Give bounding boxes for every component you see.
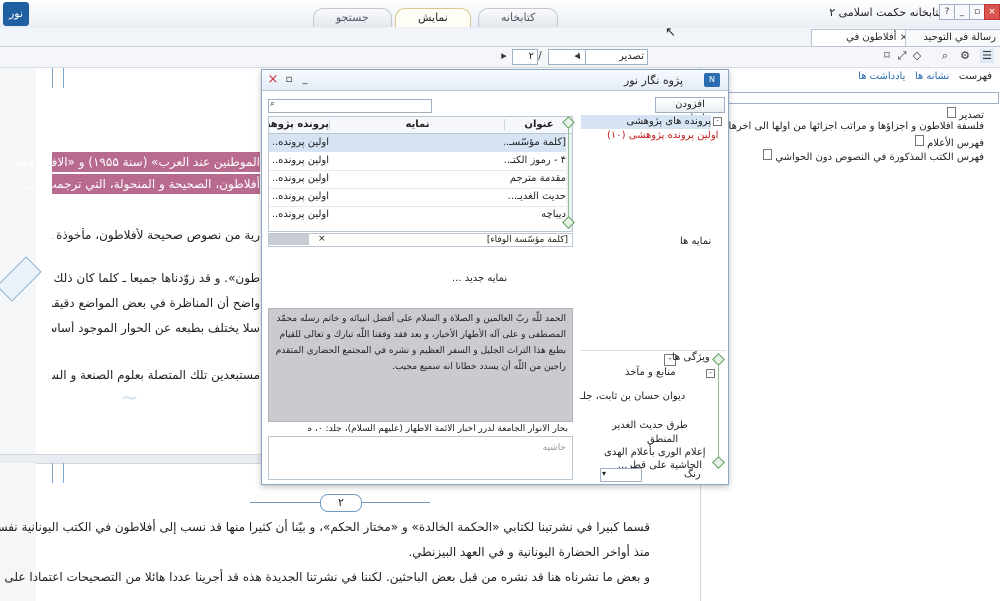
title-bar: نور کتابخانه نمایش جستجو کتابخانه حکمت ا… <box>0 0 1000 29</box>
toc-item[interactable]: فلسفة أفلاطون و أجزاؤها و مراتب أجزائها … <box>701 121 984 132</box>
minimize-icon[interactable]: _ <box>954 4 970 20</box>
toc-item[interactable]: فهرس الكتب المذكورة في النصوص دون الحواش… <box>763 149 984 163</box>
panel-tab-bookmarks[interactable]: نشانه ها <box>915 71 949 82</box>
source-item[interactable]: إعلام الورى بأعلام الهدى <box>604 447 706 458</box>
table-row[interactable]: اولين پرونده... ديباچه <box>269 206 566 224</box>
cursor-icon: ↖ <box>665 25 676 40</box>
highlighted-line[interactable]: أفلاطون، الصحيحة و المنحولة، التي ترجمت … <box>25 174 260 194</box>
col-file[interactable]: پرونده پژوهشی <box>269 119 329 130</box>
prev-page-icon[interactable]: ◂ <box>570 49 584 63</box>
color-label: رنگ <box>684 469 701 480</box>
dialog-minimize-icon[interactable]: _ <box>298 73 312 87</box>
tab-library[interactable]: کتابخانه <box>478 8 559 27</box>
add-note-button[interactable]: افزودن يادداشت <box>655 97 725 124</box>
help-icon[interactable]: ? <box>939 4 955 20</box>
panel-tab-notes[interactable]: يادداشت ها <box>858 71 905 82</box>
quote-text: الحمد للّه ربّ العالمين و الصلاة و السلا… <box>275 314 566 372</box>
color-select[interactable] <box>600 468 642 482</box>
text-line: طون». و قد زوّدناها جميعا ـ كلما كان ذلك… <box>52 271 260 285</box>
text-line: رية من نصوص صحيحة لأفلاطون، مأخوذة ـ إما <box>52 228 260 242</box>
menu-icon[interactable]: ☰ <box>980 49 994 63</box>
footnote-placeholder: حاشيه <box>542 443 566 453</box>
grid-scrollbar[interactable] <box>566 134 572 230</box>
doc-tab-tawhid[interactable]: رسالة في التوحيد <box>905 29 1000 47</box>
dialog-title-bar: × ▫ _ پژوه نگار نور N <box>262 70 728 91</box>
fullscreen-icon[interactable]: ⤢ <box>895 49 909 63</box>
index-label: نمايه ها <box>680 236 712 247</box>
collapse-icon[interactable]: - <box>706 369 715 378</box>
app-title: کتابخانه حکمت اسلامی ۲ <box>829 6 944 19</box>
view-mode-select[interactable]: تصدير <box>585 49 648 65</box>
grid-header: پرونده پژوهشی نمايه عنوان <box>269 117 572 134</box>
chevron-down-icon: ▾ <box>602 469 607 478</box>
selected-item-field[interactable]: [كلمة مؤسّسة الوفاء] <box>268 233 573 247</box>
tree-child[interactable]: اولين پرونده پژوهشی (۱۰) <box>607 130 718 141</box>
maximize-icon[interactable]: ▫ <box>969 4 985 20</box>
document-icon <box>763 149 773 160</box>
col-index[interactable]: نمايه <box>329 119 505 130</box>
search-icon[interactable]: ⌕ <box>938 49 952 63</box>
quote-box: الحمد للّه ربّ العالمين و الصلاة و السلا… <box>268 308 573 422</box>
text-line: و بعض ما نشرناه هنا قد نشره من قبل بعض ا… <box>4 570 650 584</box>
splitter-line <box>568 128 569 218</box>
text-line: قسما كبيرا في نشرتينا لكتابي «الحكمة الخ… <box>0 520 650 534</box>
footnote-textarea[interactable]: حاشيه <box>268 436 573 480</box>
splitter-handle[interactable] <box>712 456 725 469</box>
slash-icon: / <box>538 49 542 62</box>
text-line: مستبعدين تلك المتصلة بعلوم الصنعة و السح… <box>52 368 260 382</box>
research-dialog: × ▫ _ پژوه نگار نور N ⌕ افزودن يادداشت پ… <box>261 69 729 485</box>
watermark-icon: ~ <box>120 386 139 411</box>
dialog-title: پژوه نگار نور <box>624 74 684 87</box>
collapse-icon[interactable]: - <box>713 117 722 126</box>
sources-header: منابع و مآخذ <box>625 367 676 378</box>
tree-root[interactable]: پرونده های پژوهشی <box>581 115 711 129</box>
page-number: ٢ <box>320 494 362 512</box>
app-logo: نور <box>3 2 29 26</box>
attributes-header: ويژگی ها <box>672 352 710 363</box>
tab-search[interactable]: جستجو <box>313 8 392 27</box>
table-row[interactable]: اولين پرونده... مقدمة مترجم <box>269 170 566 189</box>
color-swatch[interactable] <box>269 234 309 245</box>
document-icon <box>946 107 956 118</box>
contents-search-input[interactable] <box>725 92 999 104</box>
source-item[interactable]: المنطق <box>647 434 678 445</box>
toc-item[interactable]: تصدير <box>946 107 984 121</box>
table-row[interactable]: اولين پرونده... ۴ - رموز الكتـ... <box>269 152 566 171</box>
source-item[interactable]: طرق حديث الغدير <box>612 420 688 431</box>
page-bookmark-icon <box>52 68 64 88</box>
contents-panel: فهرست نشانه ها يادداشت ها تصدير فلسفة أف… <box>701 68 1000 601</box>
tab-view[interactable]: نمایش <box>395 8 471 27</box>
splitter-line <box>718 366 719 458</box>
text-line: سلا يختلف بطبعه عن الحوار الموجود أساسا … <box>52 321 260 335</box>
table-row[interactable]: اولين پرونده... حديث الغديـ... <box>269 188 566 207</box>
dialog-maximize-icon[interactable]: ▫ <box>282 73 296 87</box>
divider <box>580 350 726 351</box>
gear-icon[interactable]: ⚙ <box>958 49 972 63</box>
doc-tab-aflatun[interactable]: × أفلاطون في الإسلام <box>811 29 915 59</box>
search-icon: ⌕ <box>270 99 276 109</box>
table-row[interactable]: اولين پرونده... [كلمة مؤسّسـ... <box>269 134 566 152</box>
document-tabs-bar: × أفلاطون في الإسلام رسالة في التوحيد <box>0 28 1000 59</box>
source-item[interactable]: ديوان حسان بن ثابت، جلـ <box>580 391 685 402</box>
document-icon <box>914 135 924 146</box>
source-reference: بحار الأنوار الجامعة لدرر أخبار الأئمة ا… <box>308 424 568 434</box>
page-bookmark-icon <box>52 463 64 483</box>
dialog-search-input[interactable] <box>268 99 432 113</box>
next-page-icon[interactable]: ▸ <box>497 49 511 63</box>
dialog-close-icon[interactable]: × <box>266 73 280 87</box>
toolbar: ▸ ۲ / ۱ ◂ تصدير ⌑ ⤢ ◇ ⌕ ⚙ ☰ <box>0 47 1000 68</box>
bookmark-icon[interactable]: ⌑ <box>880 49 894 63</box>
dialog-logo-icon: N <box>704 73 720 87</box>
new-index-link[interactable]: نمايه جديد ... <box>452 273 507 284</box>
highlighted-line[interactable]: الموطنين عند العرب» (سنة ۱۹۵۵) و «الافلا… <box>15 152 260 172</box>
panel-tab-fehrest[interactable]: فهرست <box>959 71 992 82</box>
text-line: منذ أواخر الحضارة اليونانية و في العهد ا… <box>408 545 650 559</box>
notes-grid: پرونده پژوهشی نمايه عنوان اولين پرونده..… <box>268 116 573 232</box>
eraser-icon[interactable]: ◇ <box>910 49 924 63</box>
text-line: واضح أن المناظرة في بعض المواضع دقيقة، و… <box>52 296 260 310</box>
toc-item[interactable]: فهرس الأعلام <box>914 135 984 149</box>
splitter-handle[interactable] <box>712 353 725 366</box>
clear-icon[interactable]: × <box>318 234 326 244</box>
close-icon[interactable]: × <box>984 4 1000 20</box>
